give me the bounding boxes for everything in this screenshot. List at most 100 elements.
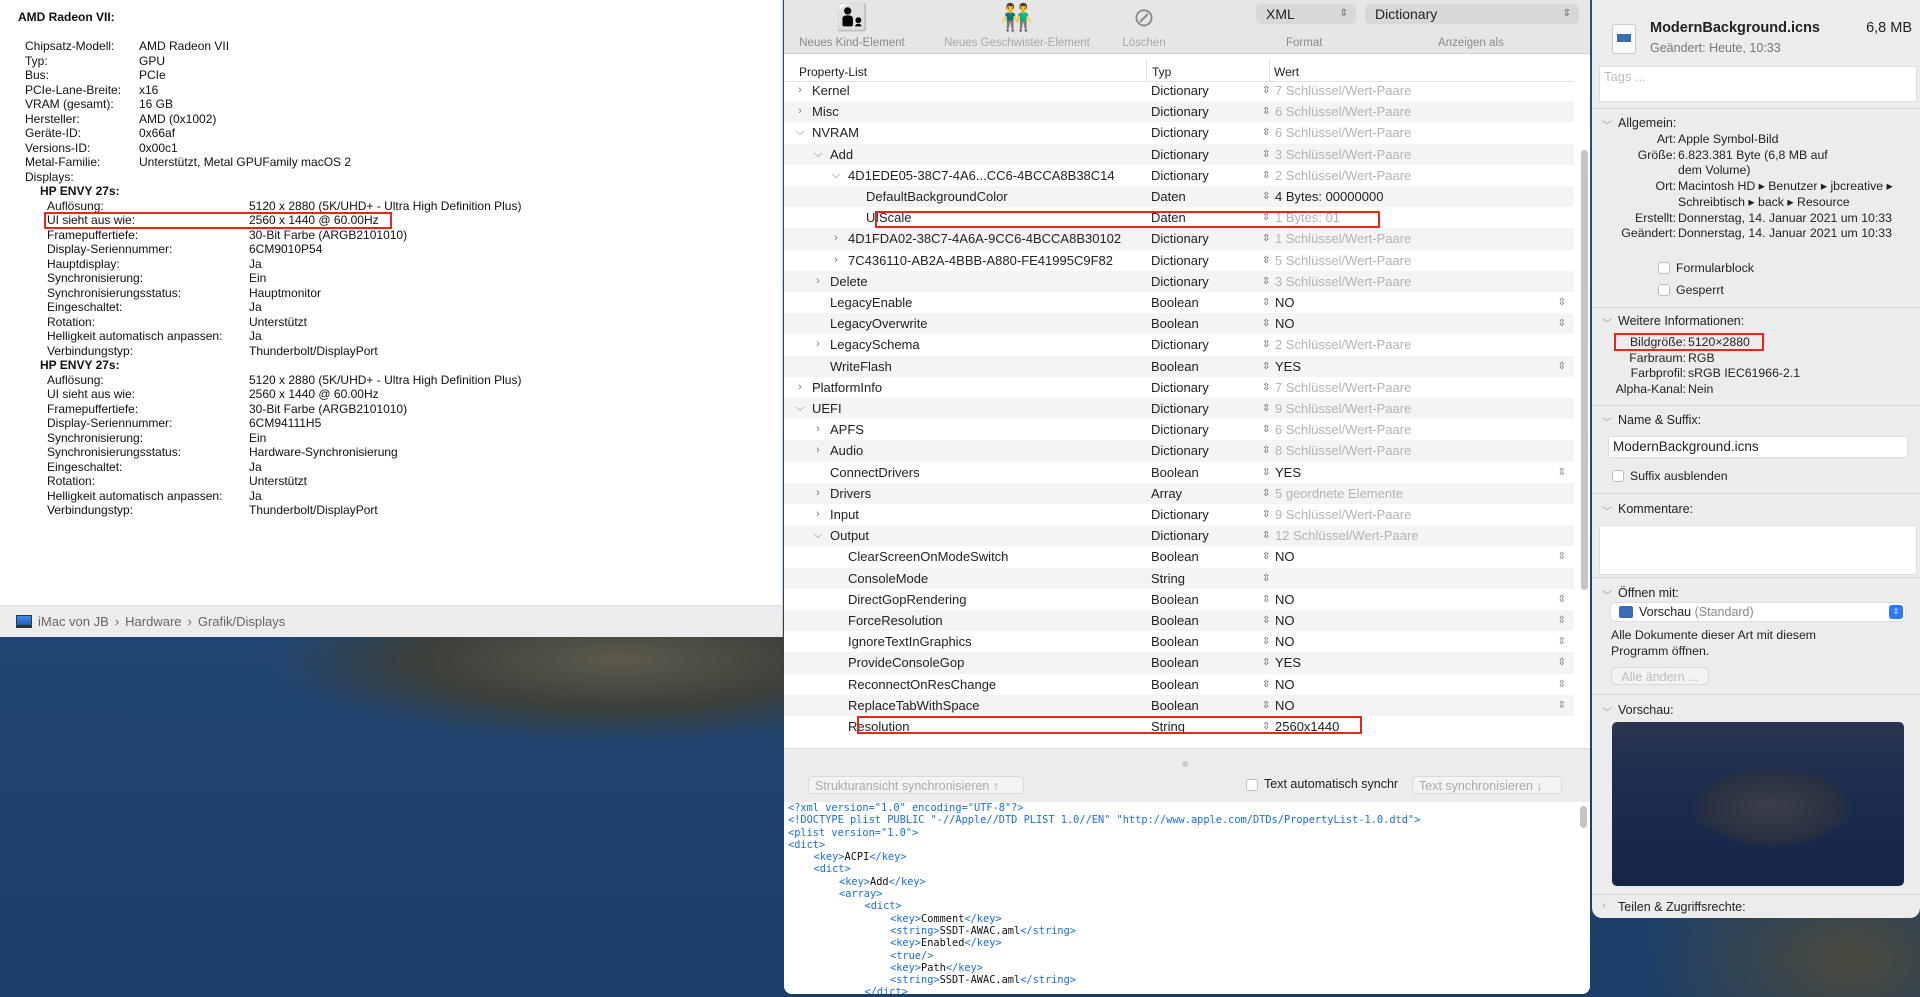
property-value[interactable]: NO [1275, 546, 1295, 567]
open-with-select[interactable]: Vorschau (Standard) ⇳ [1611, 603, 1905, 621]
property-type[interactable]: Dictionary [1151, 398, 1209, 419]
type-stepper-icon[interactable]: ⇳ [1262, 483, 1270, 504]
property-value[interactable]: 7 Schlüssel/Wert-Paare [1275, 82, 1411, 101]
chevron-right-icon[interactable]: › [812, 504, 824, 525]
type-stepper-icon[interactable]: ⇳ [1262, 228, 1270, 249]
property-value[interactable]: 12 Schlüssel/Wert-Paare [1275, 525, 1419, 546]
type-stepper-icon[interactable]: ⇳ [1262, 631, 1270, 652]
type-stepper-icon[interactable]: ⇳ [1262, 462, 1270, 483]
type-stepper-icon[interactable]: ⇳ [1262, 398, 1270, 419]
column-header-property[interactable]: Property-List [799, 65, 867, 79]
value-stepper-icon[interactable]: ⇳ [1558, 695, 1566, 716]
property-type[interactable]: Dictionary [1151, 101, 1209, 122]
split-handle[interactable] [1182, 761, 1188, 767]
table-row[interactable]: WriteFlash Boolean ⇳ YES ⇳ [784, 355, 1574, 377]
section-title[interactable]: Allgemein: [1618, 116, 1676, 130]
type-stepper-icon[interactable]: ⇳ [1262, 695, 1270, 716]
type-stepper-icon[interactable]: ⇳ [1262, 419, 1270, 440]
table-row[interactable]: IgnoreTextInGraphics Boolean ⇳ NO ⇳ [784, 631, 1574, 652]
property-type[interactable]: Dictionary [1151, 271, 1209, 292]
chevron-right-icon[interactable]: › [794, 377, 806, 398]
property-type[interactable]: Dictionary [1151, 377, 1209, 398]
format-select[interactable]: XML ⇳ [1256, 4, 1356, 24]
comments-input[interactable] [1599, 525, 1917, 575]
property-value[interactable]: NO [1275, 610, 1295, 631]
property-type[interactable]: Array [1151, 483, 1182, 504]
type-stepper-icon[interactable]: ⇳ [1262, 356, 1270, 377]
property-type[interactable]: Dictionary [1151, 82, 1209, 101]
table-row[interactable]: ConnectDrivers Boolean ⇳ YES ⇳ [784, 462, 1574, 483]
chevron-down-icon[interactable]: ⌵ [830, 165, 842, 186]
formularblock-checkbox[interactable] [1658, 262, 1670, 274]
property-type[interactable]: String [1151, 568, 1185, 589]
new-child-button[interactable]: 👨‍👦 Neues Kind-Element [792, 0, 912, 50]
type-stepper-icon[interactable]: ⇳ [1262, 207, 1270, 228]
table-row[interactable]: ClearScreenOnModeSwitch Boolean ⇳ NO ⇳ [784, 546, 1574, 567]
delete-button[interactable]: ⊘ Löschen [1114, 0, 1174, 50]
table-row[interactable]: ⌵ UEFI Dictionary ⇳ 9 Schlüssel/Wert-Paare [784, 398, 1574, 420]
table-row[interactable]: ForceResolution Boolean ⇳ NO ⇳ [784, 610, 1574, 632]
sync-text-button[interactable]: Text synchronisieren ↓ [1412, 776, 1562, 794]
property-value[interactable]: NO [1275, 631, 1295, 652]
chevron-down-icon[interactable]: ﹀ [1602, 587, 1612, 602]
breadcrumb-item[interactable]: iMac von JB [38, 614, 109, 629]
sync-structure-button[interactable]: Strukturansicht synchronisieren ↑ [808, 776, 1024, 794]
property-type[interactable]: Dictionary [1151, 525, 1209, 546]
property-value[interactable]: YES [1275, 652, 1301, 673]
breadcrumb-item[interactable]: Hardware [125, 614, 181, 629]
table-row[interactable]: › APFS Dictionary ⇳ 6 Schlüssel/Wert-Paare [784, 419, 1574, 440]
property-type[interactable]: Boolean [1151, 589, 1199, 610]
value-stepper-icon[interactable]: ⇳ [1558, 589, 1566, 610]
type-stepper-icon[interactable]: ⇳ [1262, 674, 1270, 695]
table-row[interactable]: › Drivers Array ⇳ 5 geordnete Elemente [784, 482, 1574, 504]
type-stepper-icon[interactable]: ⇳ [1262, 250, 1270, 271]
section-title[interactable]: Teilen & Zugriffsrechte: [1618, 900, 1746, 914]
table-row[interactable]: ⌵ Add Dictionary ⇳ 3 Schlüssel/Wert-Paare [784, 143, 1574, 165]
chevron-down-icon[interactable]: ﹀ [1602, 704, 1612, 719]
property-type[interactable]: Dictionary [1151, 419, 1209, 440]
property-value[interactable]: 6 Schlüssel/Wert-Paare [1275, 122, 1411, 143]
table-row[interactable]: LegacyOverwrite Boolean ⇳ NO ⇳ [784, 313, 1574, 335]
property-type[interactable]: Boolean [1151, 546, 1199, 567]
property-type[interactable]: Dictionary [1151, 144, 1209, 165]
table-row[interactable]: ⌵ 4D1EDE05-38C7-4A6...CC6-4BCCA8B38C14 Dic… [784, 165, 1574, 186]
chevron-right-icon[interactable]: › [812, 483, 824, 504]
chevron-down-icon[interactable]: ﹀ [1602, 117, 1612, 132]
table-row[interactable]: › Misc Dictionary ⇳ 6 Schlüssel/Wert-Paare [784, 101, 1574, 123]
chevron-right-icon[interactable]: › [830, 250, 842, 271]
table-row[interactable]: UIScale Daten ⇳ 1 Bytes: 01 [784, 207, 1574, 228]
table-row[interactable]: Resolution String ⇳ 2560x1440 [784, 716, 1574, 737]
type-stepper-icon[interactable]: ⇳ [1262, 377, 1270, 398]
chevron-down-icon[interactable]: ﹀ [1602, 315, 1612, 330]
type-stepper-icon[interactable]: ⇳ [1262, 525, 1270, 546]
type-stepper-icon[interactable]: ⇳ [1262, 504, 1270, 525]
property-type[interactable]: Dictionary [1151, 228, 1209, 249]
property-type[interactable]: Dictionary [1151, 440, 1209, 461]
scrollbar[interactable] [1581, 150, 1588, 590]
value-stepper-icon[interactable]: ⇳ [1558, 610, 1566, 631]
property-value[interactable]: 1 Bytes: 01 [1275, 207, 1340, 228]
property-type[interactable]: Boolean [1151, 610, 1199, 631]
value-stepper-icon[interactable]: ⇳ [1558, 674, 1566, 695]
type-stepper-icon[interactable]: ⇳ [1262, 313, 1270, 334]
value-stepper-icon[interactable]: ⇳ [1558, 313, 1566, 334]
chevron-down-icon[interactable]: ⌵ [794, 398, 806, 419]
property-value[interactable]: 2560x1440 [1275, 716, 1339, 737]
property-value[interactable]: YES [1275, 462, 1301, 483]
property-type[interactable]: Dictionary [1151, 250, 1209, 271]
property-type[interactable]: Boolean [1151, 695, 1199, 716]
type-stepper-icon[interactable]: ⇳ [1262, 440, 1270, 461]
chevron-right-icon[interactable]: › [1602, 900, 1605, 911]
property-type[interactable]: Boolean [1151, 652, 1199, 673]
type-stepper-icon[interactable]: ⇳ [1262, 82, 1270, 101]
view-as-select[interactable]: Dictionary ⇳ [1365, 4, 1579, 24]
table-row[interactable]: ⌵ NVRAM Dictionary ⇳ 6 Schlüssel/Wert-Paare [784, 122, 1574, 143]
scrollbar[interactable] [1580, 806, 1587, 828]
chevron-right-icon[interactable]: › [812, 440, 824, 461]
value-stepper-icon[interactable]: ⇳ [1558, 546, 1566, 567]
type-stepper-icon[interactable]: ⇳ [1262, 652, 1270, 673]
type-stepper-icon[interactable]: ⇳ [1262, 568, 1270, 589]
chevron-right-icon[interactable]: › [812, 271, 824, 292]
chevron-down-icon[interactable]: ⌵ [812, 144, 824, 165]
breadcrumb-item[interactable]: Grafik/Displays [198, 614, 285, 629]
